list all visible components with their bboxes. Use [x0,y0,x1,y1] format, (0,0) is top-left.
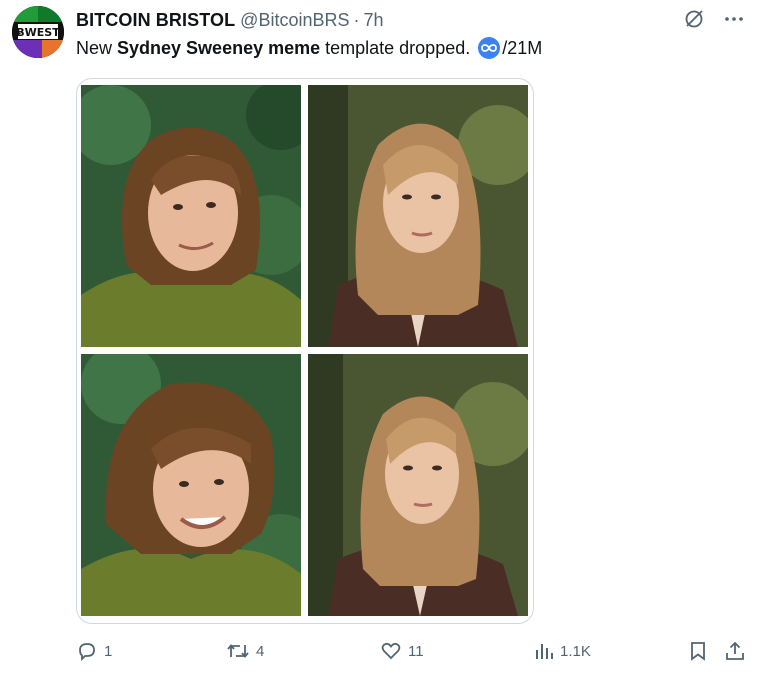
reply-button[interactable]: 1 [76,636,112,666]
infinity-icon [478,37,501,59]
post-time[interactable]: 7h [363,10,383,31]
tweet-text-tail: /21M [502,38,543,58]
repost-count: 4 [256,642,265,660]
share-button[interactable] [724,636,752,666]
tweet-text-start: New [76,38,113,58]
tweet-header: BITCOIN BRISTOL @BitcoinBRS · 7h [76,8,745,32]
header-actions [683,8,745,30]
views-count: 1.1K [560,642,591,660]
meme-image-bottom-left[interactable] [81,354,301,616]
meme-image-top-right[interactable] [308,85,528,347]
author-name[interactable]: BITCOIN BRISTOL [76,10,235,31]
reply-icon [79,643,95,662]
share-icon [726,641,744,660]
views-button[interactable]: 1.1K [534,636,591,666]
reply-count: 1 [104,642,113,660]
avatar-text: ɃWEST [16,26,60,39]
tweet-text-bold: Sydney Sweeney meme [117,38,321,58]
heart-icon [381,642,401,660]
media-grid[interactable] [76,78,534,624]
action-bar: 1 4 11 1.1K [76,636,756,666]
author-handle[interactable]: @BitcoinBRS [240,10,349,31]
views-icon [536,644,553,659]
bookmark-icon [691,642,705,661]
avatar[interactable]: ɃWEST [12,6,64,58]
more-icon[interactable] [723,8,745,30]
meme-image-bottom-right[interactable] [308,354,528,616]
tweet-text-end: template dropped. [325,38,471,58]
tweet-text: New Sydney Sweeney meme template dropped… [76,35,542,61]
bookmark-button[interactable] [687,636,715,666]
tweet[interactable]: ɃWEST BITCOIN BRISTOL @BitcoinBRS · 7h N… [0,0,765,678]
separator-dot: · [353,9,360,30]
like-button[interactable]: 11 [380,636,424,666]
meme-image-top-left[interactable] [81,85,301,347]
like-count: 11 [408,642,424,660]
repost-button[interactable]: 4 [226,636,264,666]
grok-icon[interactable] [683,8,705,30]
repost-icon [227,644,249,658]
